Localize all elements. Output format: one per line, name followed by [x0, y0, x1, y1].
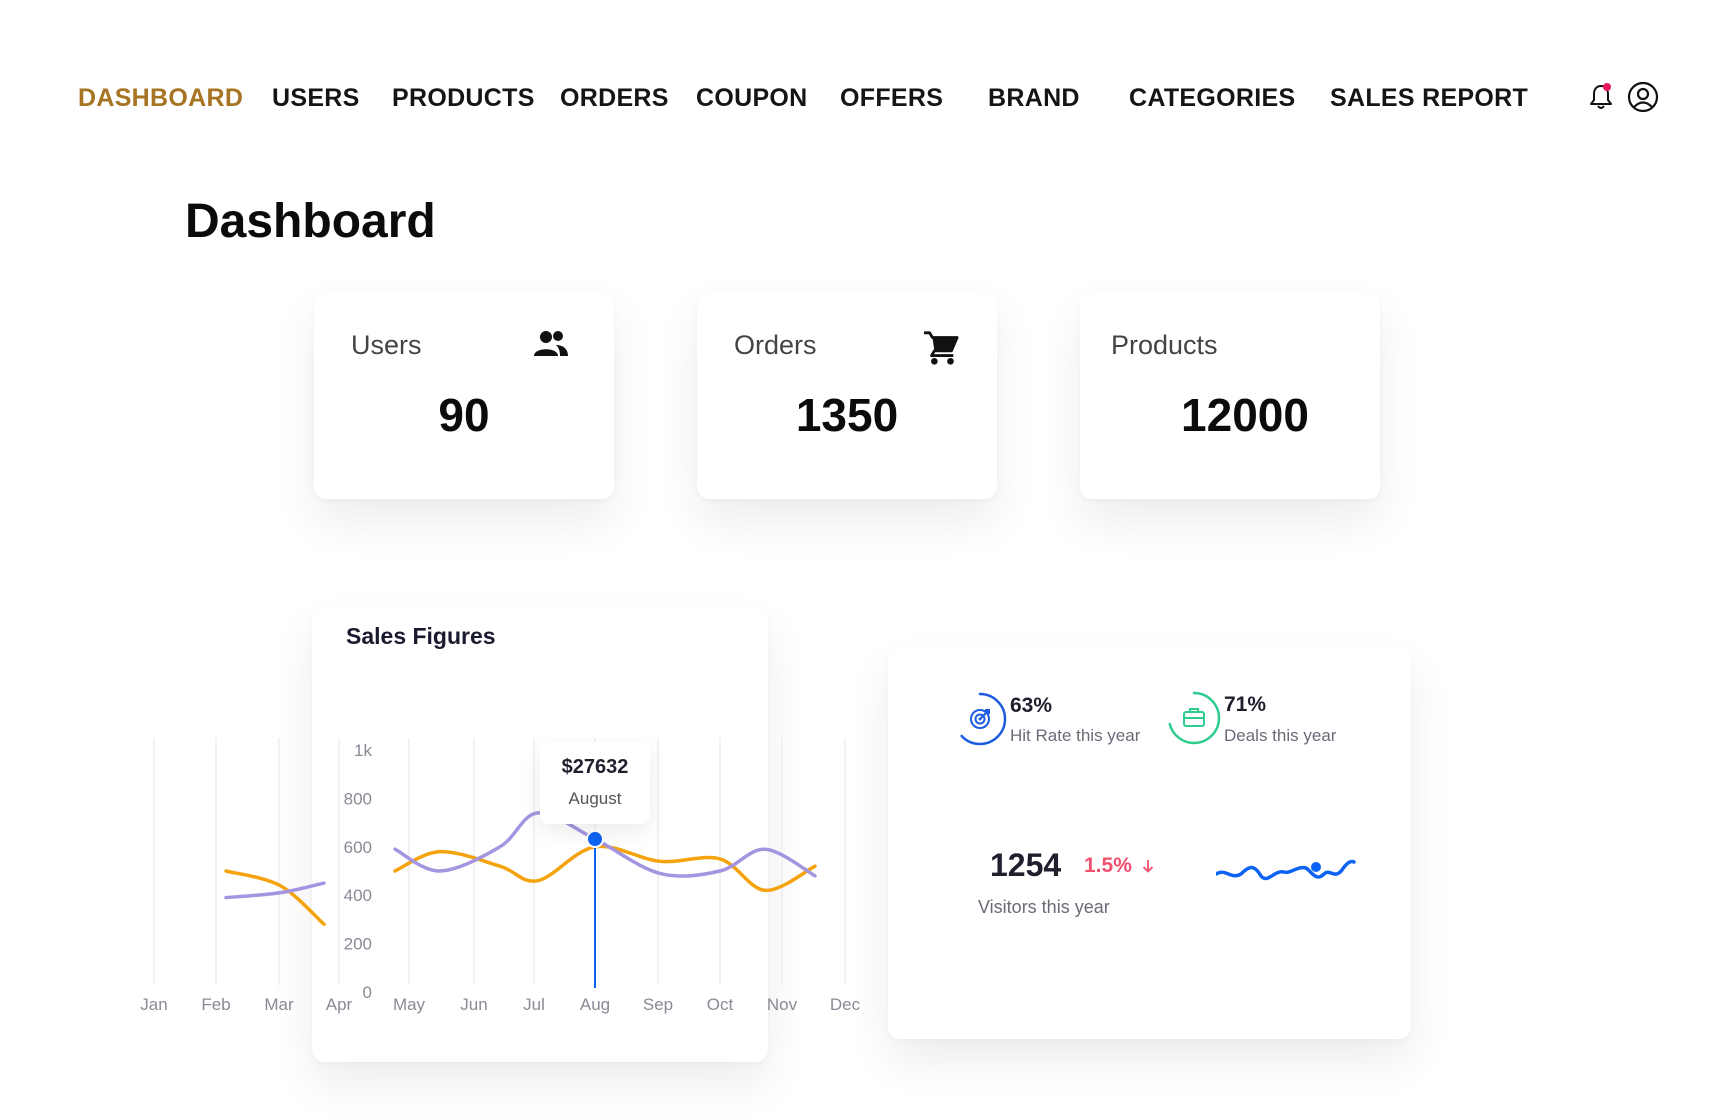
page-title: Dashboard: [185, 195, 436, 248]
series-line: [224, 881, 326, 900]
visitors-value: 1254: [990, 847, 1062, 883]
deals-label: Deals this year: [1224, 726, 1337, 745]
deals-ring: [1167, 691, 1221, 745]
x-tick-label: Nov: [767, 995, 798, 1014]
orders-label: Orders: [734, 330, 817, 360]
top-navigation: DASHBOARD USERS PRODUCTS ORDERS COUPON O…: [0, 0, 1728, 200]
user-account-icon[interactable]: [1627, 81, 1659, 113]
products-stat-card: Products 12000: [1080, 292, 1380, 499]
tooltip-value: $27632: [561, 756, 629, 778]
x-tick-label: Dec: [830, 995, 861, 1014]
x-tick-label: Jan: [140, 995, 167, 1014]
hit-rate-label: Hit Rate this year: [1010, 726, 1141, 745]
x-tick-label: Feb: [201, 995, 230, 1014]
nav-item-sales-report[interactable]: SALES REPORT: [1330, 84, 1528, 113]
users-label: Users: [351, 330, 422, 360]
nav-item-brand[interactable]: BRAND: [988, 84, 1080, 113]
nav-item-dashboard[interactable]: DASHBOARD: [78, 84, 243, 113]
nav-item-orders[interactable]: ORDERS: [560, 84, 669, 113]
products-value: 12000: [1181, 389, 1309, 441]
products-label: Products: [1111, 330, 1218, 360]
nav-item-products[interactable]: PRODUCTS: [392, 84, 535, 113]
visitors-change: 1.5%: [1084, 854, 1154, 878]
visitors-sparkline: [1216, 859, 1356, 881]
sales-figures-card: Sales Figures: [312, 607, 768, 1062]
hit-rate-ring: [953, 692, 1007, 746]
target-icon: [970, 709, 990, 729]
users-icon: [534, 331, 568, 356]
sales-figures-title: Sales Figures: [346, 623, 496, 649]
visitors-label: Visitors this year: [978, 897, 1110, 917]
nav-item-coupon[interactable]: COUPON: [696, 84, 808, 113]
nav-item-users[interactable]: USERS: [272, 84, 360, 113]
performance-card: 63% Hit Rate this year 71% Deals this ye…: [888, 647, 1411, 1039]
orders-value: 1350: [795, 389, 899, 441]
hit-rate-value: 63%: [1010, 694, 1053, 717]
x-tick-label: Mar: [264, 995, 294, 1014]
bell-icon[interactable]: [1588, 82, 1614, 110]
change-percent: 1.5%: [1084, 854, 1132, 877]
nav-item-offers[interactable]: OFFERS: [840, 84, 943, 113]
chart-tooltip: $27632 August: [540, 742, 650, 824]
tooltip-month: August: [568, 789, 622, 808]
briefcase-icon: [1183, 708, 1205, 727]
notification-dot: [1603, 83, 1611, 91]
arrow-down-icon: [1142, 860, 1153, 873]
deals-value: 71%: [1224, 693, 1267, 716]
users-value: 90: [438, 389, 490, 441]
cart-icon: [923, 331, 959, 365]
orders-stat-card: Orders 1350: [697, 292, 997, 499]
series-line: [224, 869, 326, 926]
nav-item-categories[interactable]: CATEGORIES: [1129, 84, 1295, 113]
users-stat-card: Users 90: [314, 292, 614, 499]
